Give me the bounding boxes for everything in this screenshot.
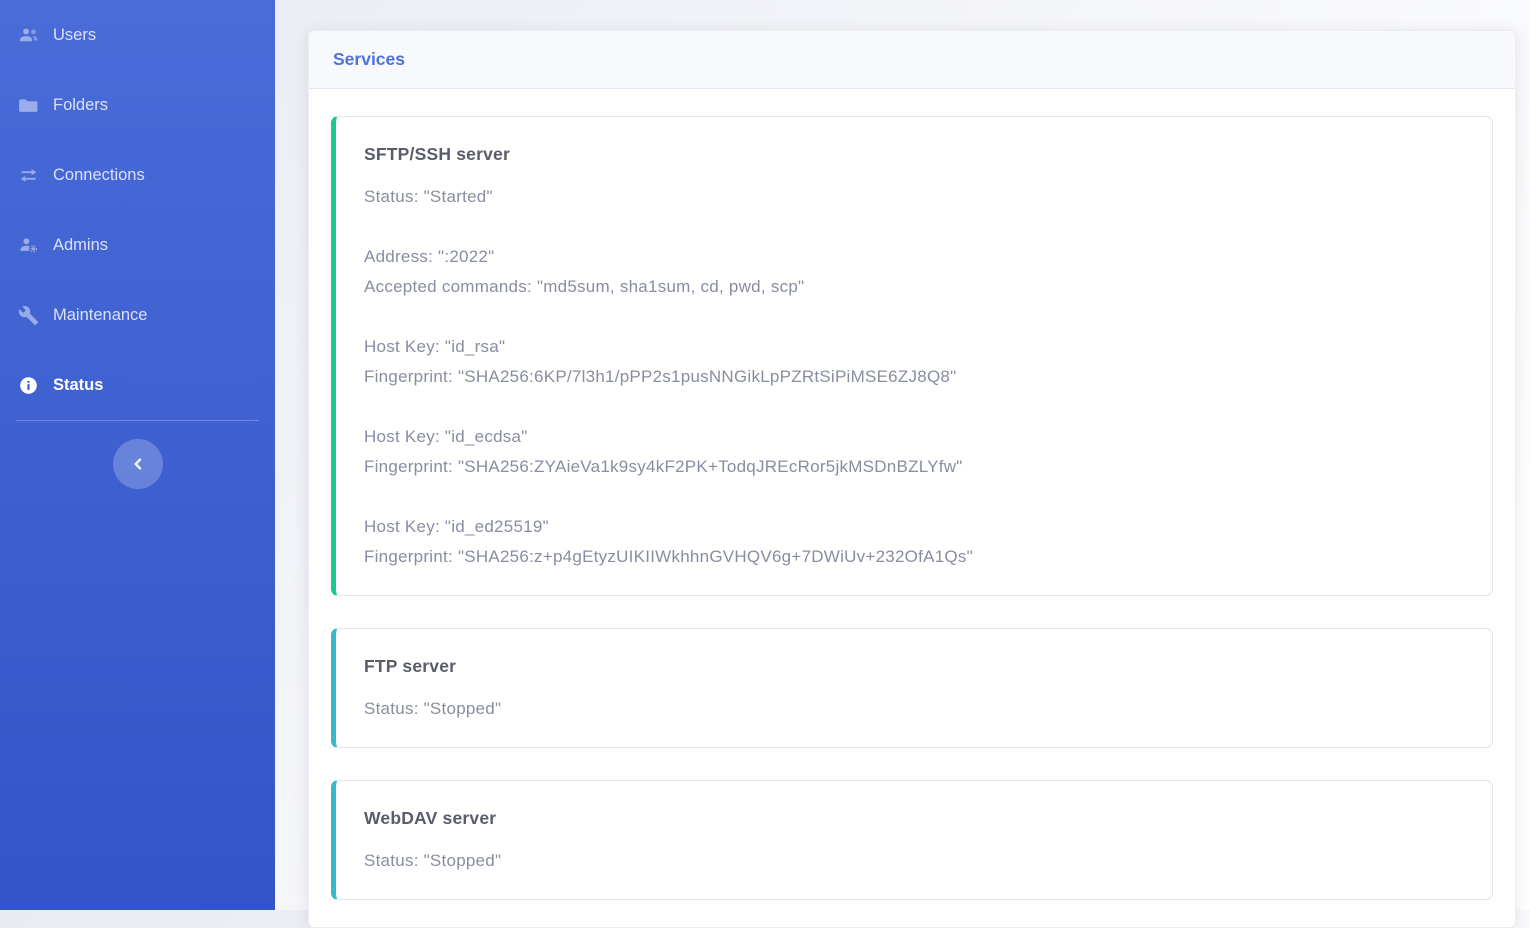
sidebar-item-label: Status [53, 376, 103, 395]
info-icon [18, 375, 46, 396]
sidebar-item-connections[interactable]: Connections [0, 140, 275, 210]
service-detail-line: Address: ":2022" [364, 242, 1464, 272]
service-card-webdav-server: WebDAV server Status: "Stopped" [331, 780, 1493, 900]
sidebar-item-status[interactable]: Status [0, 350, 275, 420]
service-detail-group: Status: "Started" [364, 182, 1464, 212]
sidebar-item-label: Admins [53, 236, 108, 255]
sidebar-divider [16, 420, 259, 421]
service-detail-line: Host Key: "id_ed25519" [364, 512, 1464, 542]
page-title: Services [333, 49, 1491, 70]
service-title: SFTP/SSH server [364, 140, 1464, 168]
service-detail-line: Status: "Stopped" [364, 694, 1464, 724]
sidebar-item-folders[interactable]: Folders [0, 70, 275, 140]
folder-icon [18, 95, 46, 116]
service-detail-group: Host Key: "id_ed25519"Fingerprint: "SHA2… [364, 512, 1464, 572]
sidebar-item-label: Maintenance [53, 306, 147, 325]
services-panel: Services SFTP/SSH server Status: "Started… [308, 30, 1516, 928]
chevron-left-icon [131, 457, 145, 471]
service-title: WebDAV server [364, 804, 1464, 832]
service-detail-line: Host Key: "id_ecdsa" [364, 422, 1464, 452]
service-detail-line: Status: "Started" [364, 182, 1464, 212]
sidebar-item-label: Users [53, 26, 96, 45]
exchange-icon [18, 165, 46, 186]
sidebar-item-users[interactable]: Users [0, 0, 275, 70]
service-detail-line: Accepted commands: "md5sum, sha1sum, cd,… [364, 272, 1464, 302]
wrench-icon [18, 305, 46, 326]
service-card-ftp-server: FTP server Status: "Stopped" [331, 628, 1493, 748]
service-detail-line: Fingerprint: "SHA256:6KP/7l3h1/pPP2s1pus… [364, 362, 1464, 392]
sidebar-item-maintenance[interactable]: Maintenance [0, 280, 275, 350]
sidebar: Users Folders Connections Admins Maintenance… [0, 0, 275, 910]
sidebar-item-label: Folders [53, 96, 108, 115]
sidebar-item-admins[interactable]: Admins [0, 210, 275, 280]
service-detail-group: Address: ":2022"Accepted commands: "md5s… [364, 242, 1464, 302]
service-card-sftp-ssh-server: SFTP/SSH server Status: "Started" Address:… [331, 116, 1493, 596]
sidebar-collapse-button[interactable] [113, 439, 163, 489]
service-detail-group: Status: "Stopped" [364, 846, 1464, 876]
service-detail-line: Fingerprint: "SHA256:ZYAieVa1k9sy4kF2PK+… [364, 452, 1464, 482]
services-list: SFTP/SSH server Status: "Started" Address:… [309, 89, 1515, 927]
users-icon [18, 25, 46, 46]
service-detail-line: Host Key: "id_rsa" [364, 332, 1464, 362]
sidebar-item-label: Connections [53, 166, 145, 185]
services-panel-header: Services [309, 31, 1515, 89]
user-cog-icon [18, 235, 46, 256]
service-detail-group: Status: "Stopped" [364, 694, 1464, 724]
service-title: FTP server [364, 652, 1464, 680]
service-detail-line: Fingerprint: "SHA256:z+p4gEtyzUIKIIWkhhn… [364, 542, 1464, 572]
service-detail-line: Status: "Stopped" [364, 846, 1464, 876]
sidebar-nav: Users Folders Connections Admins Maintenance… [0, 0, 275, 420]
service-detail-group: Host Key: "id_ecdsa"Fingerprint: "SHA256… [364, 422, 1464, 482]
service-detail-group: Host Key: "id_rsa"Fingerprint: "SHA256:6… [364, 332, 1464, 392]
main-content: Services SFTP/SSH server Status: "Started… [275, 0, 1530, 928]
